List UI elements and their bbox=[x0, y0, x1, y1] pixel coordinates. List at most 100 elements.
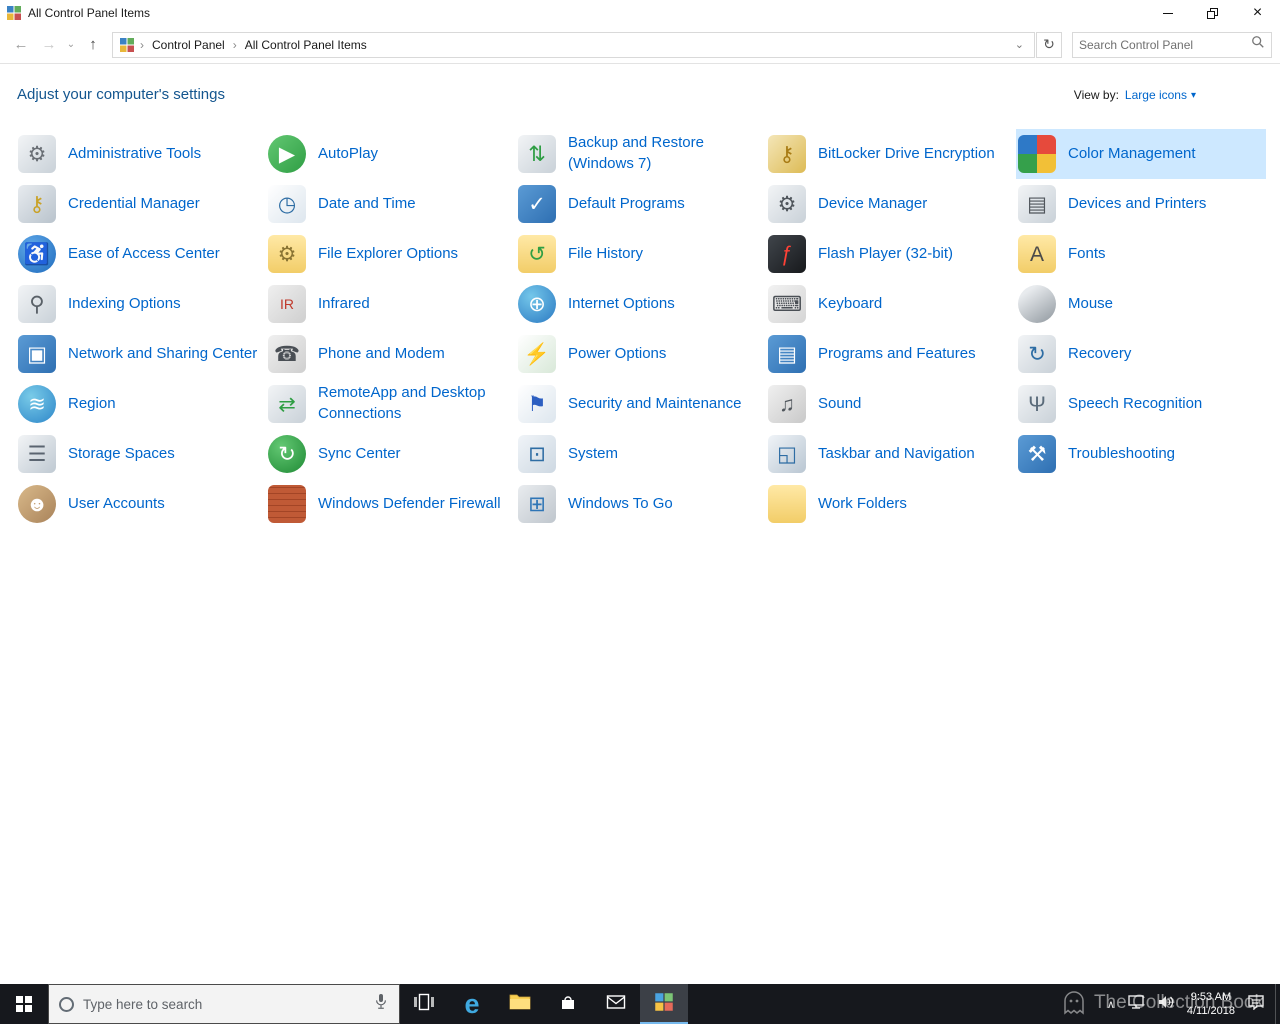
item-programs-and-features[interactable]: ▤Programs and Features bbox=[766, 329, 1016, 379]
item-label: File Explorer Options bbox=[318, 244, 458, 265]
item-label: Fonts bbox=[1068, 244, 1106, 265]
item-label: Backup and Restore (Windows 7) bbox=[568, 133, 760, 174]
item-infrared[interactable]: IRInfrared bbox=[266, 279, 516, 329]
action-center-button[interactable] bbox=[1247, 994, 1265, 1015]
item-sound[interactable]: ♫Sound bbox=[766, 379, 1016, 429]
network-sharing-icon: ▣ bbox=[18, 335, 56, 373]
view-by-dropdown[interactable]: Large icons ▾ bbox=[1125, 88, 1196, 102]
mail-button[interactable] bbox=[592, 984, 640, 1024]
task-view-button[interactable] bbox=[400, 984, 448, 1024]
item-power-options[interactable]: ⚡Power Options bbox=[516, 329, 766, 379]
item-backup-and-restore[interactable]: ⇅Backup and Restore (Windows 7) bbox=[516, 129, 766, 179]
taskbar-search[interactable]: Type here to search bbox=[48, 984, 400, 1024]
item-color-management[interactable]: Color Management bbox=[1016, 129, 1266, 179]
item-label: Credential Manager bbox=[68, 194, 200, 215]
back-button[interactable]: ← bbox=[8, 32, 34, 58]
item-device-manager[interactable]: ⚙Device Manager bbox=[766, 179, 1016, 229]
item-phone-and-modem[interactable]: ☎Phone and Modem bbox=[266, 329, 516, 379]
item-storage-spaces[interactable]: ☰Storage Spaces bbox=[16, 429, 266, 479]
item-fonts[interactable]: AFonts bbox=[1016, 229, 1266, 279]
recent-locations-button[interactable]: ⌄ bbox=[64, 32, 78, 58]
item-label: Windows To Go bbox=[568, 494, 673, 515]
control-panel-button[interactable] bbox=[640, 984, 688, 1024]
address-dropdown-icon[interactable]: ⌄ bbox=[1011, 38, 1028, 51]
item-work-folders[interactable]: Work Folders bbox=[766, 479, 1016, 529]
taskbar-search-placeholder: Type here to search bbox=[83, 997, 364, 1012]
clock-date: 4/11/2018 bbox=[1187, 1004, 1235, 1018]
restore-icon bbox=[1207, 8, 1218, 19]
item-file-history[interactable]: ↺File History bbox=[516, 229, 766, 279]
up-button[interactable]: ↑ bbox=[80, 32, 106, 58]
flash-player-icon: ƒ bbox=[768, 235, 806, 273]
close-icon: × bbox=[1253, 5, 1262, 21]
file-explorer-button[interactable] bbox=[496, 984, 544, 1024]
hidden-icons-button[interactable]: ∧ bbox=[1107, 998, 1115, 1011]
item-label: RemoteApp and Desktop Connections bbox=[318, 383, 510, 424]
search-input[interactable] bbox=[1079, 38, 1247, 52]
item-mouse[interactable]: Mouse bbox=[1016, 279, 1266, 329]
item-recovery[interactable]: ↻Recovery bbox=[1016, 329, 1266, 379]
restore-button[interactable] bbox=[1190, 0, 1235, 26]
item-sync-center[interactable]: ↻Sync Center bbox=[266, 429, 516, 479]
title-bar: All Control Panel Items × bbox=[0, 0, 1280, 26]
default-programs-icon: ✓ bbox=[518, 185, 556, 223]
item-speech-recognition[interactable]: ΨSpeech Recognition bbox=[1016, 379, 1266, 429]
edge-button[interactable]: e bbox=[448, 984, 496, 1024]
back-arrow-icon: ← bbox=[14, 36, 29, 53]
volume-button[interactable] bbox=[1157, 994, 1175, 1015]
start-button[interactable] bbox=[0, 984, 48, 1024]
tray-clock[interactable]: 9:53 AM 4/11/2018 bbox=[1187, 990, 1235, 1019]
infrared-icon: IR bbox=[268, 285, 306, 323]
item-system[interactable]: ⊡System bbox=[516, 429, 766, 479]
item-troubleshooting[interactable]: ⚒Troubleshooting bbox=[1016, 429, 1266, 479]
item-user-accounts[interactable]: ☻User Accounts bbox=[16, 479, 266, 529]
item-administrative-tools[interactable]: ⚙Administrative Tools bbox=[16, 129, 266, 179]
item-label: BitLocker Drive Encryption bbox=[818, 144, 995, 165]
speech-recognition-icon: Ψ bbox=[1018, 385, 1056, 423]
address-bar[interactable]: › Control Panel › All Control Panel Item… bbox=[112, 32, 1035, 58]
item-region[interactable]: ≋Region bbox=[16, 379, 266, 429]
network-button[interactable] bbox=[1127, 994, 1145, 1015]
item-label: Indexing Options bbox=[68, 294, 181, 315]
programs-features-icon: ▤ bbox=[768, 335, 806, 373]
item-network-and-sharing-center[interactable]: ▣Network and Sharing Center bbox=[16, 329, 266, 379]
breadcrumb-control-panel[interactable]: Control Panel bbox=[149, 36, 228, 54]
item-windows-to-go[interactable]: ⊞Windows To Go bbox=[516, 479, 766, 529]
item-bitlocker-drive-encryption[interactable]: ⚷ BitLocker Drive Encryption bbox=[766, 129, 1016, 179]
explorer-search-box[interactable] bbox=[1072, 32, 1272, 58]
bitlocker-icon: ⚷ bbox=[768, 135, 806, 173]
minimize-button[interactable] bbox=[1145, 0, 1190, 26]
store-button[interactable] bbox=[544, 984, 592, 1024]
item-default-programs[interactable]: ✓Default Programs bbox=[516, 179, 766, 229]
item-file-explorer-options[interactable]: ⚙File Explorer Options bbox=[266, 229, 516, 279]
caption-buttons: × bbox=[1145, 0, 1280, 26]
close-button[interactable]: × bbox=[1235, 0, 1280, 26]
item-credential-manager[interactable]: ⚷Credential Manager bbox=[16, 179, 266, 229]
item-windows-defender-firewall[interactable]: Windows Defender Firewall bbox=[266, 479, 516, 529]
indexing-options-icon: ⚲ bbox=[18, 285, 56, 323]
cortana-icon bbox=[59, 997, 74, 1012]
breadcrumb-all-control-panel-items[interactable]: All Control Panel Items bbox=[242, 36, 370, 54]
item-security-and-maintenance[interactable]: ⚑Security and Maintenance bbox=[516, 379, 766, 429]
item-autoplay[interactable]: ▶AutoPlay bbox=[266, 129, 516, 179]
show-desktop-button[interactable] bbox=[1275, 984, 1280, 1024]
item-devices-and-printers[interactable]: ▤Devices and Printers bbox=[1016, 179, 1266, 229]
forward-button[interactable]: → bbox=[36, 32, 62, 58]
recovery-icon: ↻ bbox=[1018, 335, 1056, 373]
item-flash-player[interactable]: ƒFlash Player (32-bit) bbox=[766, 229, 1016, 279]
item-indexing-options[interactable]: ⚲ Indexing Options bbox=[16, 279, 266, 329]
item-internet-options[interactable]: ⊕Internet Options bbox=[516, 279, 766, 329]
refresh-button[interactable]: ↻ bbox=[1036, 32, 1062, 58]
screen: { "colors": { "link": "#0066cc", "header… bbox=[0, 0, 1280, 1024]
item-label: Date and Time bbox=[318, 194, 416, 215]
breadcrumb-separator-icon: › bbox=[140, 38, 144, 52]
item-label: Troubleshooting bbox=[1068, 444, 1175, 465]
item-label: Color Management bbox=[1068, 144, 1196, 165]
region-icon: ≋ bbox=[18, 385, 56, 423]
item-ease-of-access-center[interactable]: ♿Ease of Access Center bbox=[16, 229, 266, 279]
item-keyboard[interactable]: ⌨Keyboard bbox=[766, 279, 1016, 329]
item-date-and-time[interactable]: ◷Date and Time bbox=[266, 179, 516, 229]
microphone-icon[interactable] bbox=[373, 993, 389, 1016]
item-remoteapp-and-desktop-connections[interactable]: ⇄RemoteApp and Desktop Connections bbox=[266, 379, 516, 429]
item-taskbar-and-navigation[interactable]: ◱Taskbar and Navigation bbox=[766, 429, 1016, 479]
